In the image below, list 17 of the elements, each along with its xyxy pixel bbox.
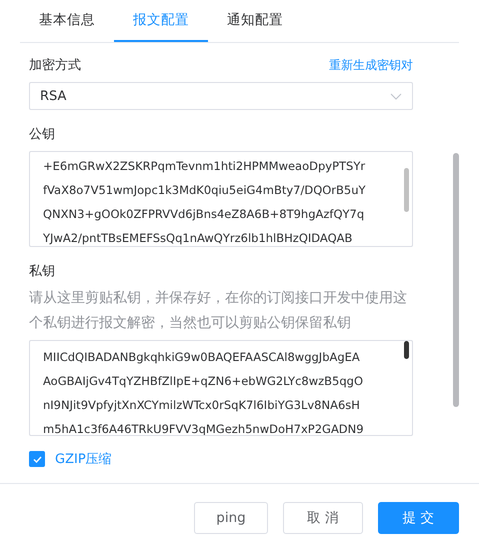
field-label: 私钥 (29, 263, 56, 280)
tab[interactable]: 基本信息 (20, 0, 114, 42)
description-text: 请从这里剪贴私钥，并保存好，在你的订阅接口开发中使用这个私钥进行报文解密，当然也可以剪贴公钥保留私钥 (29, 289, 408, 333)
field-label: 公钥 (29, 126, 56, 143)
encryption-select[interactable]: RSA (29, 82, 414, 110)
field-label: 加密方式 (29, 57, 81, 74)
gzip-checkbox[interactable] (29, 451, 45, 467)
checkbox-label: GZIP压缩 (55, 451, 112, 468)
scrollbar-thumb[interactable] (404, 168, 410, 212)
action-button[interactable]: ping (194, 502, 268, 534)
scrollbar-thumb[interactable] (453, 153, 459, 407)
check-icon (32, 456, 42, 462)
action-button[interactable]: 取 消 (283, 502, 363, 534)
tab[interactable]: 通知配置 (208, 0, 302, 42)
chevron-down-icon (390, 92, 402, 100)
public-key-field[interactable]: +E6mGRwX2ZSKRPqmTevnm1hti2HPMMweaoDpyPTSYr fVaX8o7V51wmJopc1k3MdK0qiu5eiG4mBty7/DQOrB5uY QNXN3+gOOk0ZFPRVVd6jBns4eZ8A6B+8T9hgAzfQY7q YJwA2/pntTBsEMEFSsQq1nAwQYrz6lb1hlBHzQIDAQAB (29, 151, 414, 247)
text-cursor (404, 341, 410, 359)
